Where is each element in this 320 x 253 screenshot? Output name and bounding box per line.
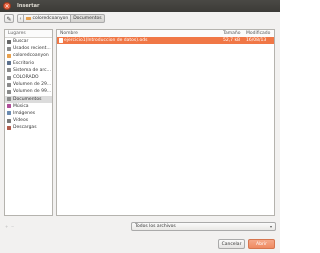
path-back-arrow-icon[interactable]: ‹ (17, 14, 24, 23)
sidebar-item-label: Música (13, 103, 29, 109)
sidebar-item[interactable]: Buscar (5, 38, 52, 45)
spreadsheet-file-icon (59, 38, 63, 43)
sidebar-list: Buscar Usados recient... coloredcoanyon Esc… (5, 38, 52, 131)
open-button[interactable]: Abrir (248, 239, 275, 249)
column-size-header[interactable]: Tamaño (223, 31, 241, 36)
sidebar-item-label: Usados recient... (13, 46, 51, 52)
downloads-icon (7, 125, 11, 130)
sidebar-item[interactable]: Imágenes (5, 110, 52, 117)
drive-icon (7, 89, 11, 94)
file-list: Nombre Tamaño Modificado ejercicio1(Intr… (56, 29, 275, 216)
file-dialog-window: × Insertar ✎ ‹ coloredcoanyon Documentos… (0, 0, 280, 253)
sidebar-item-label: Volumen de 29... (13, 82, 52, 88)
search-icon (7, 39, 11, 44)
sidebar-item[interactable]: Música (5, 103, 52, 110)
pencil-icon: ✎ (6, 16, 12, 23)
sidebar-item-label: Volumen de 99... (13, 89, 52, 95)
path-button-documentos[interactable]: Documentos (71, 14, 105, 23)
sidebar-item-label: Imágenes (13, 110, 36, 116)
sidebar-header: Lugares (5, 30, 52, 38)
sidebar-item-label: Vídeos (13, 118, 29, 124)
sidebar-item[interactable]: Documentos (5, 95, 52, 103)
sidebar-item-label: Escritorio (13, 60, 35, 66)
sidebar-item-label: Buscar (13, 39, 29, 44)
close-icon[interactable]: × (3, 2, 11, 10)
sidebar-item[interactable]: Vídeos (5, 117, 52, 124)
column-modified-header[interactable]: Modificado (246, 31, 270, 36)
sidebar-item-label: Descargas (13, 125, 37, 131)
home-folder-icon (26, 16, 31, 21)
path-button-home[interactable]: coloredcoanyon (24, 14, 72, 23)
file-name: ejercicio1(Introduccion de datos).ods (64, 38, 148, 44)
edit-location-button[interactable]: ✎ (4, 14, 14, 23)
clock-icon (7, 46, 11, 51)
file-modified: 16/08/13 (246, 38, 267, 44)
folder-icon (7, 97, 11, 102)
path-button-label: Documentos (73, 15, 102, 21)
sidebar-item-label: Documentos (13, 96, 42, 102)
title-bar: × Insertar (0, 0, 280, 12)
filter-selected-label: Todos los archivos (135, 224, 176, 229)
path-button-label: coloredcoanyon (32, 15, 69, 21)
places-sidebar: Lugares Buscar Usados recient... coloredco… (4, 29, 53, 216)
desktop-folder-icon (7, 61, 11, 66)
sidebar-add-remove-controls[interactable]: + − (5, 224, 14, 229)
sidebar-item[interactable]: Escritorio (5, 60, 52, 67)
drive-icon (7, 82, 11, 87)
sidebar-item[interactable]: Volumen de 99... (5, 88, 52, 95)
file-size: 52,7 kB (223, 38, 241, 44)
sidebar-item[interactable]: COLORADO (5, 74, 52, 81)
home-folder-icon (7, 53, 11, 58)
sidebar-item-label: Sistema de arc... (13, 67, 51, 73)
sidebar-item[interactable]: Sistema de arc... (5, 67, 52, 74)
sidebar-item[interactable]: Descargas (5, 124, 52, 131)
window-title: Insertar (17, 3, 40, 9)
sidebar-item[interactable]: coloredcoanyon (5, 52, 52, 59)
sidebar-item[interactable]: Volumen de 29... (5, 81, 52, 88)
drive-icon (7, 68, 11, 73)
table-row[interactable]: ejercicio1(Introduccion de datos).ods 52… (57, 37, 274, 44)
column-name-header[interactable]: Nombre (60, 31, 78, 36)
pictures-icon (7, 111, 11, 116)
music-icon (7, 104, 11, 109)
sidebar-item[interactable]: Usados recient... (5, 45, 52, 52)
video-icon (7, 118, 11, 123)
drive-icon (7, 75, 11, 80)
sidebar-item-label: COLORADO (13, 74, 39, 80)
cancel-button[interactable]: Cancelar (218, 239, 245, 249)
sidebar-item-label: coloredcoanyon (13, 53, 49, 59)
path-bar: ‹ coloredcoanyon Documentos (17, 14, 105, 23)
chevron-down-icon: ▾ (269, 224, 272, 229)
file-type-filter-select[interactable]: Todos los archivos ▾ (131, 222, 276, 231)
